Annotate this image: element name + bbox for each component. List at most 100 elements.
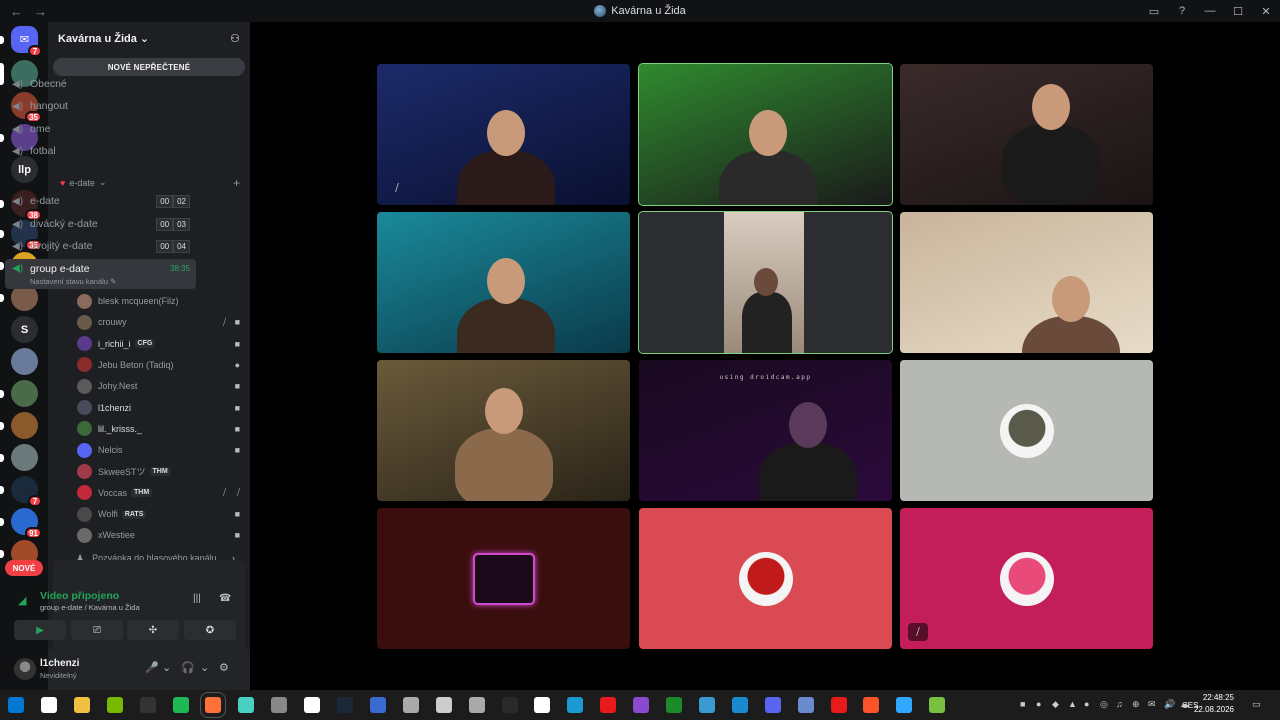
taskbar-app-icon[interactable] [468,697,485,713]
activities-button[interactable]: ✣ [127,620,179,640]
help-icon[interactable]: ? [1168,5,1196,17]
taskbar-app-icon[interactable] [731,697,748,713]
back-icon[interactable]: ← [10,4,24,19]
clock-time[interactable]: 22:48:25 [1203,693,1234,702]
participant-video-tile[interactable] [377,360,630,501]
clock-date[interactable]: 22.08.2026 [1194,705,1234,714]
tray-icon[interactable]: ♫ [1116,699,1123,709]
voice-location[interactable]: group e-date / Kavárna u Žida [40,603,140,612]
participant-video-tile[interactable] [900,212,1153,353]
server-icon[interactable]: ✉ 7 [11,26,42,57]
tray-icon[interactable]: ☁ [1180,699,1189,710]
headphones-icon[interactable]: 🎧 [181,661,195,674]
tray-icon[interactable]: ✉ [1148,699,1156,710]
taskbar-app-icon[interactable] [896,697,913,713]
tray-icon[interactable]: ■ [1020,699,1025,709]
voice-member[interactable]: blesk mcqueen(Filz) [77,291,244,311]
participant-video-tile[interactable]: ⧸ [377,64,630,205]
user-avatar[interactable] [14,658,36,680]
taskbar-app-icon[interactable] [435,697,452,713]
channel-e-date[interactable]: ◀) e-date 00 02 [5,191,196,211]
taskbar-app-icon[interactable] [501,697,518,713]
maximize-button[interactable]: ☐ [1224,5,1252,18]
voice-member[interactable]: Johy.Nest ■ [77,376,244,396]
participant-video-tile[interactable] [900,360,1153,501]
add-member-icon[interactable]: ⚇ [230,32,240,45]
voice-member[interactable]: Jebu Beton (Tadiq) ● [77,355,244,375]
voice-member[interactable]: xWestiee ■ [77,525,244,545]
taskbar-app-icon[interactable] [172,697,189,713]
settings-gear-icon[interactable]: ⚙ [219,661,229,674]
taskbar-app-icon[interactable] [238,697,255,713]
soundboard-button[interactable]: ✪ [184,620,236,640]
tray-icon[interactable]: ⊕ [1132,699,1140,710]
tray-icon[interactable]: ◆ [1052,699,1059,710]
participant-video-tile[interactable] [638,63,893,206]
channel-group-e-date[interactable]: ◀) group e-date 38:35 Nastavení stavu ka… [5,259,196,289]
channel-fotbal[interactable]: ◀) fotbal [5,141,196,161]
signal-icon[interactable]: ◢ [18,594,26,607]
taskbar-app-icon[interactable] [698,697,715,713]
voice-member[interactable]: i_richii_i CFG ■ [77,334,244,354]
audio-options-chevron-icon[interactable]: ⌄ [200,661,209,674]
participant-video-tile[interactable]: ⧸ [900,508,1153,649]
taskbar-app-icon[interactable] [139,697,156,713]
taskbar-app-icon[interactable] [402,697,419,713]
taskbar-app-icon[interactable] [830,697,847,713]
tray-icon[interactable]: 🔊 [1164,699,1175,710]
tray-icon[interactable]: ◎ [1100,699,1108,710]
server-icon[interactable]: 91 [11,508,42,539]
inbox-icon[interactable]: ▭ [1140,5,1168,18]
notification-icon[interactable]: ▭ [1252,699,1261,710]
taskbar-app-icon[interactable] [271,697,288,713]
taskbar-app-icon[interactable] [764,697,781,713]
start-icon[interactable] [8,697,24,713]
noise-suppression-icon[interactable]: ||| [193,593,201,604]
taskbar-app-icon[interactable] [304,697,321,713]
voice-member[interactable]: lil._krisss._ ■ [77,419,244,439]
taskbar-app-icon[interactable] [369,697,386,713]
participant-video-tile[interactable] [900,64,1153,205]
tray-icon[interactable]: ● [1084,699,1089,709]
voice-member[interactable]: l1chenzi ■ [77,398,244,418]
voice-member[interactable]: Voccas THM ⧸ ⧸ [77,483,244,503]
taskbar-app-icon[interactable] [929,697,946,713]
voice-member[interactable]: crouwy ⧸ ■ [77,312,244,332]
mic-options-chevron-icon[interactable]: ⌄ [162,661,171,674]
tray-icon[interactable]: ▲ [1068,699,1077,709]
category-e-date[interactable]: ♥ e-date ⌄ + [60,176,240,190]
server-icon[interactable] [11,444,38,471]
taskbar-app-icon[interactable] [73,697,90,713]
server-icon[interactable]: S [11,316,38,343]
server-header[interactable]: Kavárna u Žida ⌄ ⚇ [48,22,250,54]
server-icon[interactable] [11,348,38,375]
disconnect-icon[interactable]: ☎ [219,593,231,604]
taskbar-app-icon[interactable] [534,697,551,713]
taskbar-app-icon[interactable] [797,697,814,713]
add-channel-icon[interactable]: + [233,176,240,190]
microphone-icon[interactable]: 🎤 [145,661,159,674]
taskbar-app-icon[interactable] [567,697,584,713]
server-icon[interactable] [11,380,38,407]
taskbar-app-icon[interactable] [106,697,123,713]
taskbar-app-icon[interactable] [863,697,880,713]
channel-dvojity-e-date[interactable]: ◀) dvojitý e-date 00 04 [5,236,196,256]
server-icon[interactable]: 7 [11,476,42,507]
channel-status-setting[interactable]: Nastavení stavu kanálu ✎ [30,277,116,286]
close-button[interactable]: ✕ [1252,5,1280,18]
forward-icon[interactable]: → [34,4,48,19]
channel-divacky-e-date[interactable]: ◀) divácký e-date 00 03 [5,214,196,234]
screen-share-button[interactable]: ⎚ [71,620,123,640]
channel-ome[interactable]: ◀) ome [5,119,196,139]
minimize-button[interactable]: — [1196,5,1224,17]
participant-video-tile[interactable] [377,508,630,649]
taskbar-app-icon[interactable] [600,697,617,713]
video-button[interactable]: ▶ [14,620,66,640]
taskbar-app-icon[interactable] [666,697,682,713]
participant-video-tile[interactable] [377,212,630,353]
new-servers-pill[interactable]: NOVÉ [5,560,43,576]
participant-video-tile[interactable]: using droidcam.app [639,360,892,501]
server-icon[interactable] [11,412,38,439]
channel-hangout[interactable]: ◀) hangout [5,96,196,116]
participant-video-tile[interactable] [639,508,892,649]
